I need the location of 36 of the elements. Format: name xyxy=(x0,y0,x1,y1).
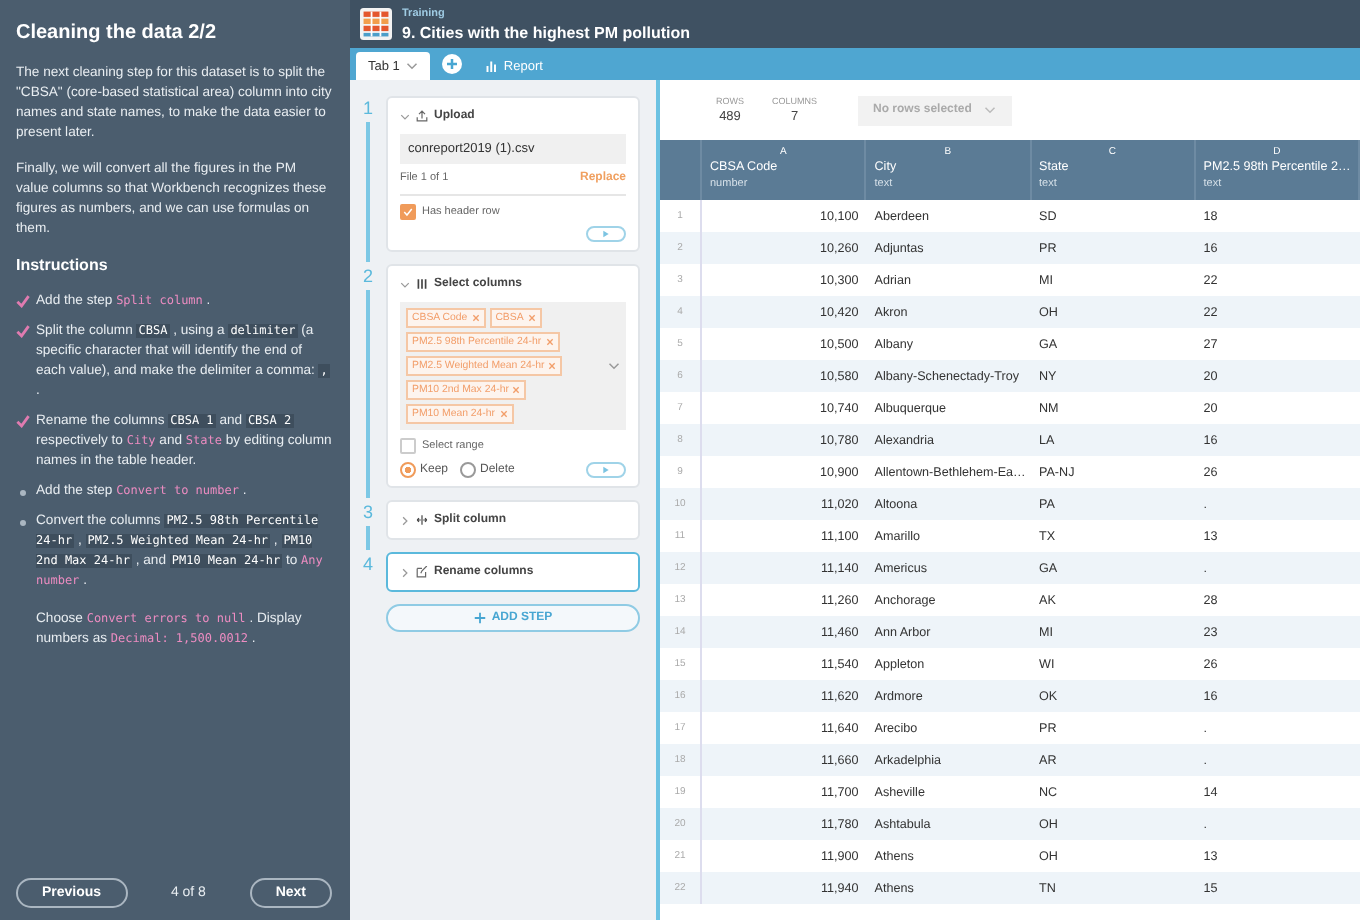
add-tab-icon[interactable] xyxy=(441,54,462,74)
checkbox[interactable] xyxy=(400,438,416,454)
workflow-title: 9. Cities with the highest PM pollution xyxy=(402,24,690,42)
play-icon xyxy=(602,230,610,238)
chevron-down-icon xyxy=(405,60,418,72)
chevron-down-icon[interactable] xyxy=(400,279,410,289)
instructions-heading: Instructions xyxy=(16,256,110,276)
columns-icon xyxy=(416,278,428,290)
remove-icon[interactable] xyxy=(499,410,508,418)
split-icon xyxy=(416,514,428,526)
remove-icon[interactable] xyxy=(471,314,480,322)
chevron-down-icon xyxy=(983,104,996,116)
upload-icon xyxy=(416,110,428,122)
plus-icon xyxy=(473,612,486,624)
chevron-right-icon[interactable] xyxy=(400,567,410,577)
remove-icon[interactable] xyxy=(527,314,536,322)
radio-button[interactable] xyxy=(460,462,477,478)
remove-icon[interactable] xyxy=(512,386,521,394)
lesson-title: Cleaning the data 2/2 xyxy=(16,24,219,44)
step-number: 2 xyxy=(362,264,373,288)
table-logo-icon xyxy=(360,8,392,40)
chevron-down-icon[interactable] xyxy=(400,111,410,121)
radio-button[interactable] xyxy=(400,462,416,478)
remove-icon[interactable] xyxy=(548,362,557,370)
checkbox[interactable] xyxy=(400,204,416,220)
chevron-down-icon[interactable] xyxy=(608,360,620,372)
edit-icon xyxy=(416,566,428,578)
bar-chart-icon xyxy=(485,60,498,72)
chevron-right-icon[interactable] xyxy=(400,515,410,525)
step-number: 4 xyxy=(362,552,373,576)
step-number: 3 xyxy=(362,500,373,524)
run-button[interactable] xyxy=(586,226,626,242)
step-number: 1 xyxy=(362,96,373,120)
play-icon xyxy=(602,466,610,474)
run-button[interactable] xyxy=(586,462,626,478)
remove-icon[interactable] xyxy=(545,338,554,346)
